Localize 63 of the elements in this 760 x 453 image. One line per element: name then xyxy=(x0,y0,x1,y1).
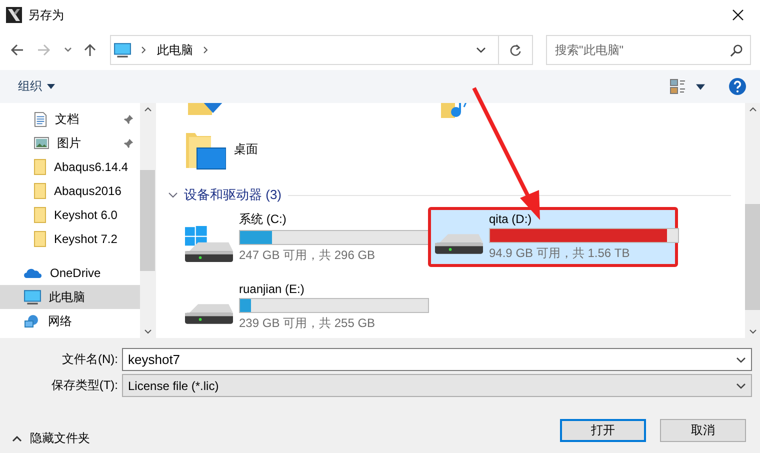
sidebar-item[interactable]: Keyshot 7.2 xyxy=(0,227,140,251)
organize-menu[interactable]: 组织 xyxy=(12,74,61,99)
help-icon[interactable] xyxy=(729,78,746,95)
document-icon xyxy=(34,112,47,126)
sidebar-item[interactable]: 网络 xyxy=(0,309,140,333)
computer-icon xyxy=(114,42,131,58)
field-label: 文件名(N): xyxy=(61,351,119,368)
sidebar-item[interactable]: 图片 xyxy=(0,131,140,155)
dialog-button[interactable]: 打开 xyxy=(560,419,646,442)
recent-caret-icon[interactable] xyxy=(64,46,72,54)
caret-icon xyxy=(12,436,22,442)
file-name-field[interactable]: keyshot7 xyxy=(122,348,752,371)
cloud-icon xyxy=(24,268,42,278)
dropdown-caret-icon xyxy=(736,382,746,388)
computer-icon xyxy=(24,290,41,304)
folder-icon xyxy=(34,159,46,175)
caret-icon xyxy=(47,84,55,89)
chevron-icon xyxy=(141,46,147,54)
back-icon[interactable] xyxy=(10,43,24,57)
drive-tile[interactable]: 系统 (C:) 247 GB 可用，共 296 GB xyxy=(178,207,428,267)
group-header[interactable]: 设备和驱动器 (3) xyxy=(168,185,745,205)
hard-drive-icon xyxy=(435,234,483,254)
window-title: 另存为 xyxy=(28,6,64,24)
folder-icon xyxy=(34,231,46,247)
sidebar-item[interactable]: Abaqus6.14.4 xyxy=(0,155,140,179)
dropdown-caret-icon[interactable] xyxy=(476,47,486,53)
address-bar[interactable]: 此电脑 xyxy=(110,35,533,65)
scrollbar[interactable] xyxy=(140,103,155,338)
refresh-icon xyxy=(509,44,522,56)
folder-item[interactable]: 桌面 xyxy=(186,131,276,171)
sidebar-item[interactable]: OneDrive xyxy=(0,261,140,285)
view-caret-icon[interactable] xyxy=(696,84,705,90)
up-icon[interactable] xyxy=(83,43,97,57)
hard-drive-icon xyxy=(185,226,233,262)
sidebar-item[interactable]: Abaqus2016 xyxy=(0,179,140,203)
scrollbar[interactable] xyxy=(745,103,760,338)
view-options-icon[interactable] xyxy=(670,78,686,94)
sidebar-item[interactable]: 此电脑 xyxy=(0,285,140,309)
sidebar-item[interactable]: 文档 xyxy=(0,107,140,131)
breadcrumb[interactable]: 此电脑 xyxy=(157,42,193,58)
app-logo-icon xyxy=(6,7,22,23)
desktop-folder-icon xyxy=(186,131,226,171)
hard-drive-icon xyxy=(185,304,233,324)
folder-icon xyxy=(34,207,46,223)
dropdown-caret-icon[interactable] xyxy=(736,357,746,363)
search-field[interactable]: 搜索"此电脑" xyxy=(546,35,751,65)
picture-icon xyxy=(34,137,49,149)
dialog-button[interactable]: 取消 xyxy=(660,419,746,442)
file-type-dropdown[interactable]: License file (*.lic) xyxy=(122,374,752,397)
scroll-down-icon[interactable] xyxy=(748,329,756,334)
drive-tile[interactable]: qita (D:) 94.9 GB 可用，共 1.56 TB xyxy=(428,207,678,267)
network-icon xyxy=(24,314,40,328)
scroll-down-icon[interactable] xyxy=(144,329,152,334)
hide-folders-toggle[interactable]: 隐藏文件夹 xyxy=(12,430,90,447)
close-icon xyxy=(732,9,744,21)
chevron-icon xyxy=(203,46,209,54)
scroll-up-icon[interactable] xyxy=(144,107,152,112)
folder-icon xyxy=(34,183,46,199)
search-icon[interactable] xyxy=(730,44,743,57)
sidebar-item[interactable]: Keyshot 6.0 xyxy=(0,203,140,227)
drive-tile[interactable]: ruanjian (E:) 239 GB 可用，共 255 GB xyxy=(178,277,428,337)
scroll-up-icon[interactable] xyxy=(748,107,756,112)
field-label: 保存类型(T): xyxy=(50,377,119,394)
